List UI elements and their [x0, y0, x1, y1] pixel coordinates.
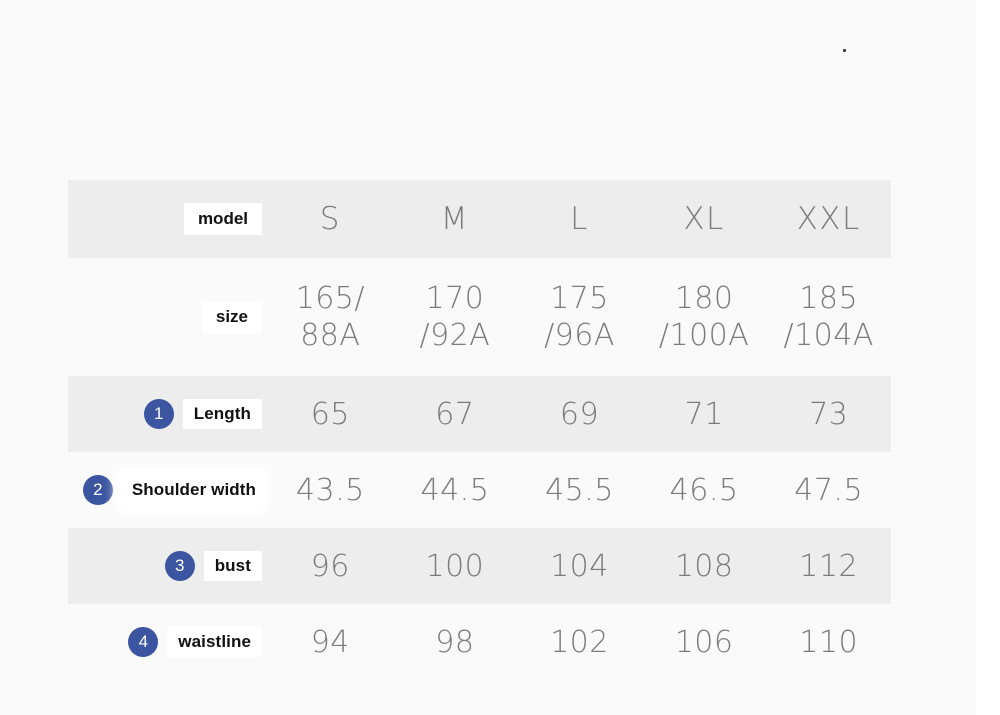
model-label-wrap: model — [68, 203, 268, 235]
length-value-l: 69 — [559, 396, 600, 432]
waistline-value-m: 98 — [435, 624, 475, 660]
bust-value-xl: 108 — [674, 548, 734, 584]
shoulder-width-value-l: 45.5 — [545, 472, 614, 508]
size-label-wrap: size — [68, 301, 268, 333]
size-header-xxl: XXL — [796, 201, 861, 237]
size-value-xxl-line2: /104A — [783, 318, 874, 353]
table-row-model: model S M L XL XXL — [68, 180, 891, 258]
size-value-l-line1: 175 — [550, 281, 609, 316]
bust-value-l: 104 — [550, 548, 609, 584]
bust-label: bust — [203, 551, 262, 581]
size-value-xxl: 185 /104A — [766, 258, 891, 376]
length-label-cell: 1 Length — [68, 376, 268, 452]
badge-number-2-icon: 2 — [82, 475, 113, 505]
table-row-waistline: 4 waistline 94 98 102 106 110 — [68, 604, 891, 680]
size-value-s: 165/ 88A — [268, 258, 393, 376]
size-header-m: M — [440, 201, 470, 237]
shoulder-width-value-xl: 46.5 — [669, 472, 739, 508]
size-value-l: 175 /96A — [517, 258, 642, 376]
size-value-m: 170 /92A — [393, 258, 518, 376]
waistline-label: waistline — [167, 627, 262, 657]
waistline-value-l: 102 — [550, 624, 609, 660]
shoulder-width-label: Shoulder width — [121, 473, 262, 507]
bust-label-cell: 3 bust — [68, 528, 268, 604]
length-value-m: 67 — [435, 396, 475, 432]
size-label: size — [201, 301, 262, 333]
length-value-s: 65 — [310, 396, 350, 432]
bust-label-wrap: 3 bust — [68, 551, 268, 581]
size-value-xl: 180 /100A — [642, 258, 767, 376]
length-label-wrap: 1 Length — [68, 399, 268, 429]
shoulder-width-value-xxl: 47.5 — [794, 472, 864, 508]
size-value-xl-line1: 180 — [674, 281, 734, 316]
shoulder-width-label-wrap: 2 Shoulder width — [68, 473, 268, 507]
size-value-xl-line2: /100A — [658, 318, 750, 353]
length-value-xl: 71 — [684, 396, 724, 432]
badge-number-3-icon: 3 — [164, 551, 195, 581]
size-value-m-line2: /92A — [419, 318, 491, 353]
waistline-label-cell: 4 waistline — [68, 604, 268, 680]
waistline-label-wrap: 4 waistline — [68, 627, 268, 657]
waistline-value-xxl: 110 — [799, 624, 859, 660]
badge-number-4-icon: 4 — [128, 627, 159, 657]
shoulder-width-label-cell: 2 Shoulder width — [68, 452, 268, 528]
waistline-value-s: 94 — [310, 624, 350, 660]
size-value-m-line1: 170 — [425, 281, 485, 316]
size-header-xl: XL — [683, 201, 725, 237]
size-label-cell: size — [68, 258, 268, 376]
size-value-s-line2: 88A — [300, 318, 361, 353]
model-label: model — [183, 203, 262, 235]
model-label-cell: model — [68, 180, 268, 258]
length-label: Length — [182, 399, 262, 429]
image-speck-artifact — [843, 49, 846, 52]
shoulder-width-value-m: 44.5 — [420, 472, 490, 508]
size-value-s-line1: 165/ — [295, 281, 365, 316]
table-row-shoulder-width: 2 Shoulder width 43.5 44.5 45.5 46.5 47.… — [68, 452, 891, 528]
table-row-length: 1 Length 65 67 69 71 73 — [68, 376, 891, 452]
bust-value-s: 96 — [310, 548, 350, 584]
table-row-size: size 165/ 88A 170 /92A 175 /96A 180 /100… — [68, 258, 891, 376]
waistline-value-xl: 106 — [674, 624, 734, 660]
size-chart-table: model S M L XL XXL size 165/ 88A 170 /92… — [68, 180, 891, 680]
length-value-xxl: 73 — [809, 396, 849, 432]
size-value-l-line2: /96A — [544, 318, 615, 353]
bust-value-xxl: 112 — [799, 548, 859, 584]
size-header-l: L — [570, 201, 589, 237]
table-row-bust: 3 bust 96 100 104 108 112 — [68, 528, 891, 604]
size-header-s: S — [319, 201, 341, 237]
bust-value-m: 100 — [425, 548, 485, 584]
size-value-xxl-line1: 185 — [799, 281, 859, 316]
badge-number-1-icon: 1 — [143, 399, 174, 429]
shoulder-width-value-s: 43.5 — [295, 472, 365, 508]
